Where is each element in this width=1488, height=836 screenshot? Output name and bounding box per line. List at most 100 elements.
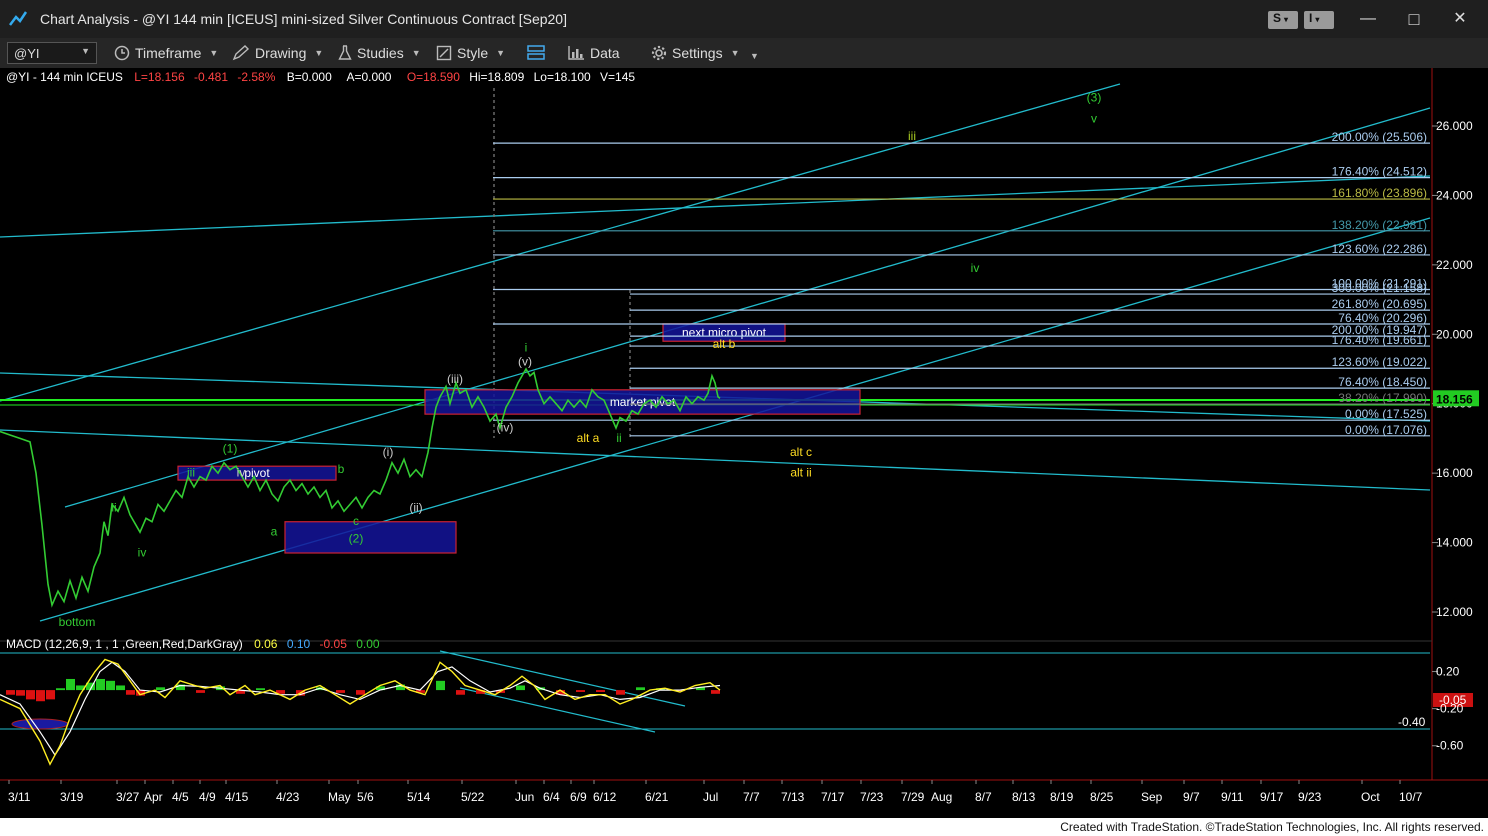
style-menu[interactable]: Style ▼	[436, 45, 505, 61]
layout-toggle-icon[interactable]	[526, 43, 546, 63]
trend-lines[interactable]	[0, 83, 1431, 622]
macd-histogram-bar	[116, 685, 125, 691]
fib-label: 176.40% (24.512)	[1332, 165, 1427, 179]
macd-histogram-bar	[96, 678, 105, 691]
macd-value-4: 0.00	[356, 637, 380, 651]
macd-histogram-bar	[66, 678, 75, 691]
wave-label: alt ii	[790, 466, 811, 480]
macd-histogram-bar	[6, 690, 15, 695]
timeframe-menu[interactable]: Timeframe ▼	[114, 45, 218, 61]
macd-histogram-bar	[56, 688, 65, 691]
date-axis[interactable]: 3/11 3/19 3/27 Apr 4/5 4/9 4/15 4/23 May 5/6 5/14 5…	[8, 780, 1423, 804]
date-tick-label: 4/23	[276, 790, 300, 804]
header-volume: V=145	[600, 70, 635, 84]
fib-label: 300.00% (21.158)	[1332, 281, 1427, 295]
date-tick-label: 7/23	[860, 790, 884, 804]
date-tick-label: 9/23	[1298, 790, 1322, 804]
date-tick-label: 4/15	[225, 790, 249, 804]
date-tick-label: Apr	[144, 790, 163, 804]
date-tick-label: 5/22	[461, 790, 485, 804]
fib-label: 0.00% (17.525)	[1345, 407, 1427, 421]
zone-label-pivot: pivot	[244, 466, 270, 480]
channel-top-line[interactable]	[0, 83, 1121, 402]
price-tick-label: 26.000	[1436, 119, 1473, 133]
overflow-chevron-icon[interactable]: ▼	[750, 51, 759, 61]
falling-lower-trend-line[interactable]	[0, 429, 1431, 491]
date-tick-label: Jul	[703, 790, 718, 804]
macd-histogram-bar	[156, 687, 165, 691]
macd-histogram-bar	[106, 680, 115, 691]
wave-label: (iv)	[497, 420, 514, 434]
close-button[interactable]: ✕	[1445, 8, 1475, 30]
macd-signal-line	[0, 661, 721, 757]
price-axis-panel[interactable]	[1432, 68, 1488, 641]
channel-lower-line[interactable]	[39, 217, 1431, 622]
app-logo-icon	[9, 11, 28, 26]
macd-histogram-bar	[596, 690, 605, 692]
window-title: Chart Analysis - @YI 144 min [ICEUS] min…	[40, 11, 567, 27]
macd-panel[interactable]: MACD (12,26,9, 1 , 1 ,Green,Red,DarkGray…	[0, 637, 1473, 766]
settings-menu[interactable]: Settings ▼	[651, 45, 740, 61]
macd-histogram-bar	[46, 690, 55, 700]
drawing-menu[interactable]: Drawing ▼	[232, 45, 323, 61]
wave-label: a	[271, 525, 278, 539]
header-last: L=18.156	[134, 70, 185, 84]
wave-label: iv	[237, 466, 246, 480]
macd-value-3: -0.05	[320, 637, 348, 651]
maximize-button[interactable]: □	[1399, 8, 1429, 30]
studies-menu[interactable]: Studies ▼	[338, 45, 421, 61]
macd-line	[0, 658, 721, 766]
wave-label: alt b	[713, 337, 736, 351]
macd-header: MACD (12,26,9, 1 , 1 ,Green,Red,DarkGray…	[6, 637, 380, 651]
macd-title: MACD (12,26,9, 1 , 1 ,Green,Red,DarkGray…	[6, 637, 243, 651]
long-upper-trend-line[interactable]	[0, 175, 1431, 238]
macd-trend-upper[interactable]	[439, 650, 686, 707]
symbol-input[interactable]: @YI ▼	[7, 42, 97, 64]
macd-value-1: 0.06	[254, 637, 278, 651]
zone-support-box[interactable]	[284, 521, 457, 554]
i-dropdown-button[interactable]: I ▾	[1304, 11, 1334, 29]
credit-text: Created with TradeStation. ©TradeStation…	[1060, 820, 1484, 834]
wave-label: (1)	[223, 441, 238, 455]
macd-histogram-bar	[196, 690, 205, 693]
macd-histogram-bar	[356, 690, 365, 695]
channel-upper-line[interactable]	[64, 107, 1431, 508]
price-chart[interactable]: @YI - 144 min ICEUS L=18.156 -0.481 -2.5…	[0, 68, 1488, 818]
macd-histogram-bar	[336, 690, 345, 693]
header-low: Lo=18.100	[534, 70, 591, 84]
fib-label: 261.80% (20.695)	[1332, 297, 1427, 311]
wave-label: (2)	[349, 532, 364, 546]
price-tick-label: 14.000	[1436, 536, 1473, 550]
minimize-button[interactable]: —	[1353, 8, 1383, 30]
macd-histogram-bar	[36, 690, 45, 702]
date-tick-label: 7/7	[743, 790, 760, 804]
wave-label: (iii)	[447, 372, 463, 386]
last-price-label: 18.156	[1436, 392, 1473, 406]
fib-label: 38.20% (17.990)	[1338, 391, 1427, 405]
date-tick-label: 9/7	[1183, 790, 1200, 804]
gear-icon	[651, 45, 667, 61]
date-tick-label: 8/25	[1090, 790, 1114, 804]
s-dropdown-button[interactable]: S ▾	[1268, 11, 1298, 29]
macd-histogram-bar	[616, 690, 625, 695]
wave-label: (ii)	[409, 500, 422, 514]
price-tick-label: 24.000	[1436, 188, 1473, 202]
price-tick-label: 20.000	[1436, 327, 1473, 341]
date-tick-label: Aug	[931, 790, 952, 804]
wave-label: bottom	[59, 615, 96, 629]
date-tick-label: 3/27	[116, 790, 140, 804]
fib-label: 200.00% (25.506)	[1332, 130, 1427, 144]
data-menu[interactable]: Data	[567, 45, 620, 61]
wave-label: i	[525, 341, 528, 355]
date-tick-label: 7/17	[821, 790, 845, 804]
date-tick-label: 6/21	[645, 790, 669, 804]
date-tick-label: 9/11	[1221, 790, 1244, 804]
header-high: Hi=18.809	[469, 70, 524, 84]
date-tick-label: 9/17	[1260, 790, 1284, 804]
wave-label: v	[1091, 112, 1097, 126]
chart-toolbar: @YI ▼ Timeframe ▼ Drawing ▼ Studies ▼ Style ▼…	[0, 38, 1488, 68]
date-tick-label: 6/9	[570, 790, 587, 804]
chart-area[interactable]: @YI - 144 min ICEUS L=18.156 -0.481 -2.5…	[0, 68, 1488, 818]
date-tick-label: 10/7	[1399, 790, 1423, 804]
date-tick-label: 5/6	[357, 790, 374, 804]
